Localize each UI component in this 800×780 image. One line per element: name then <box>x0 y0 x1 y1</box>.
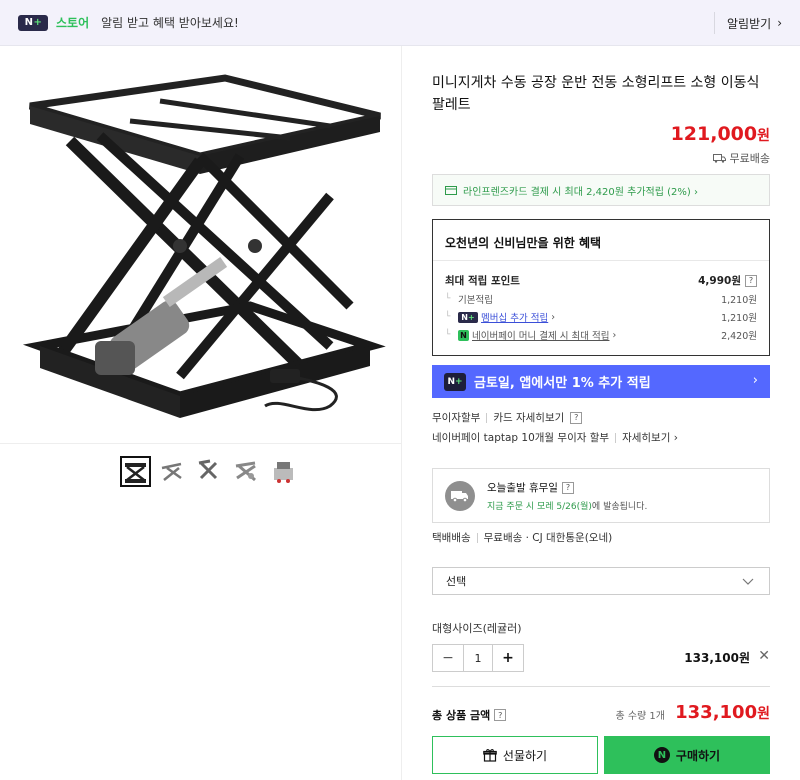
benefit-max-row: 최대 적립 포인트 4,990원? <box>445 273 757 288</box>
benefit-row-naverpay[interactable]: └ N 네이버페이 머니 결제 시 최대 적립 › 2,420원 <box>445 328 757 342</box>
taptap-label: 네이버페이 taptap 10개월 무이자 할부 <box>432 432 610 444</box>
shipping-label: 무료배송 <box>729 152 770 165</box>
divider <box>476 532 478 543</box>
option-select[interactable]: 선택 <box>432 567 770 595</box>
thumbnail-2[interactable] <box>157 456 188 487</box>
credit-card-icon <box>445 185 457 195</box>
shipping-info: 무료배송 <box>712 150 770 166</box>
chevron-right-icon: › <box>551 311 556 323</box>
subscribe-button[interactable]: 알림받기 › <box>714 12 782 34</box>
help-icon[interactable]: ? <box>494 709 507 721</box>
total-label: 총 상품 금액? <box>432 707 507 723</box>
app-promo-banner[interactable]: N + 금토일, 앱에서만 1% 추가 적립 › <box>432 365 770 398</box>
tree-branch-icon: └ <box>445 294 451 304</box>
help-icon[interactable]: ? <box>745 274 757 287</box>
total-price: 133,100원 <box>675 702 770 723</box>
chevron-right-icon: › <box>752 373 758 388</box>
scissor-lift-image <box>22 74 386 418</box>
delivery-truck-icon <box>445 481 475 511</box>
selected-option-name: 대형사이즈(레귤러) <box>432 622 522 635</box>
dispatch-title: 오늘출발 휴무일? <box>487 480 574 495</box>
benefit-row-label: 기본적립 <box>458 295 493 306</box>
taptap-details-link[interactable]: 자세히보기 › <box>622 430 678 445</box>
benefit-row-value: 1,210원 <box>721 295 757 306</box>
quantity-stepper: − 1 + <box>432 644 524 672</box>
nplus-badge-icon: N + <box>458 311 478 323</box>
banner-message: 알림 받고 혜택 받아보세요! <box>101 16 239 30</box>
benefit-box: 오천년의 신비님만을 위한 혜택 최대 적립 포인트 4,990원? └ 기본적립… <box>432 219 770 356</box>
benefit-max-value: 4,990원 <box>698 275 741 287</box>
increment-button[interactable]: + <box>493 645 523 671</box>
truck-icon <box>712 153 726 163</box>
image-panel <box>0 46 402 780</box>
thumbnail-3[interactable] <box>194 456 225 487</box>
option-price: 133,100원 <box>684 651 750 665</box>
naverpay-icon: N <box>458 329 469 341</box>
product-price: 121,000원 <box>670 123 770 145</box>
card-details-link[interactable]: 카드 자세히보기 <box>493 410 564 425</box>
brand[interactable]: N + 스토어 알림 받고 혜택 받아보세요! <box>18 14 239 31</box>
installment-line-2: 네이버페이 taptap 10개월 무이자 할부 자세히보기 › <box>432 430 678 445</box>
help-icon[interactable]: ? <box>570 411 583 424</box>
gift-label: 선물하기 <box>502 748 548 763</box>
delivery-info: 택배배송 무료배송 · CJ 대한통운(오네) <box>432 530 612 545</box>
naverpay-link[interactable]: 네이버페이 머니 결제 시 최대 적립 <box>472 328 609 342</box>
option-select-value: 선택 <box>446 575 467 588</box>
card-promo-link[interactable]: 라인프렌즈카드 결제 시 최대 2,420원 추가적립 (2%) › <box>432 174 770 206</box>
chevron-down-icon <box>742 578 754 585</box>
benefit-row-basic: └ 기본적립 1,210원 <box>445 292 757 306</box>
thumbnail-list <box>120 456 299 487</box>
divider <box>432 686 770 687</box>
thumbnail-1[interactable] <box>120 456 151 487</box>
tree-branch-icon: └ <box>445 330 451 340</box>
delivery-type: 택배배송 <box>432 532 471 544</box>
card-promo-text: 라인프렌즈카드 결제 시 최대 2,420원 추가적립 (2%) › <box>463 186 698 198</box>
dispatch-box: 오늘출발 휴무일? 지금 주문 시 모레 5/26(월)에 발송됩니다. <box>432 468 770 523</box>
dispatch-detail: 지금 주문 시 모레 5/26(월)에 발송됩니다. <box>487 502 648 512</box>
product-title: 미니지게차 수동 공장 운반 전동 소형리프트 소형 이동식 팔레트 <box>432 75 760 113</box>
tree-branch-icon: └ <box>445 312 451 322</box>
buy-label: 구매하기 <box>675 748 721 763</box>
thumbnail-5[interactable] <box>268 456 299 487</box>
remove-option-button[interactable]: ✕ <box>758 648 770 664</box>
help-icon[interactable]: ? <box>561 481 574 494</box>
naverpay-icon: N <box>653 747 670 763</box>
benefit-row-value: 2,420원 <box>721 331 757 342</box>
nplus-badge-icon: N + <box>18 14 48 31</box>
app-promo-text: 금토일, 앱에서만 1% 추가 적립 <box>474 376 651 391</box>
installment-line-1: 무이자할부 카드 자세히보기 ? <box>432 410 583 425</box>
thumbnail-4[interactable] <box>231 456 262 487</box>
decrement-button[interactable]: − <box>433 645 463 671</box>
divider <box>433 260 769 261</box>
quantity-value[interactable]: 1 <box>463 645 493 671</box>
total-count: 총 수량 1개 <box>615 711 665 722</box>
store-label: 스토어 <box>56 16 90 30</box>
membership-link[interactable]: 멤버십 추가 적립 <box>481 310 548 324</box>
installment-label: 무이자할부 <box>432 412 481 424</box>
benefit-row-membership[interactable]: └ N + 멤버십 추가 적립 › 1,210원 <box>445 310 757 324</box>
chevron-right-icon: › <box>612 329 617 341</box>
nplus-badge-icon: N + <box>444 372 466 391</box>
chevron-right-icon: › <box>777 16 782 30</box>
subscribe-label: 알림받기 <box>727 16 772 31</box>
divider <box>486 412 488 423</box>
product-image[interactable] <box>0 46 402 444</box>
divider <box>615 432 617 443</box>
benefit-title: 오천년의 신비님만을 위한 혜택 <box>445 236 602 250</box>
delivery-detail: 무료배송 · CJ 대한통운(오네) <box>483 532 613 544</box>
gift-icon <box>483 749 497 762</box>
gift-button[interactable]: 선물하기 <box>432 736 598 774</box>
top-banner: N + 스토어 알림 받고 혜택 받아보세요! 알림받기 › <box>0 0 800 46</box>
benefit-row-value: 1,210원 <box>721 313 757 324</box>
benefit-max-label: 최대 적립 포인트 <box>445 275 520 287</box>
buy-button[interactable]: N 구매하기 <box>604 736 770 774</box>
